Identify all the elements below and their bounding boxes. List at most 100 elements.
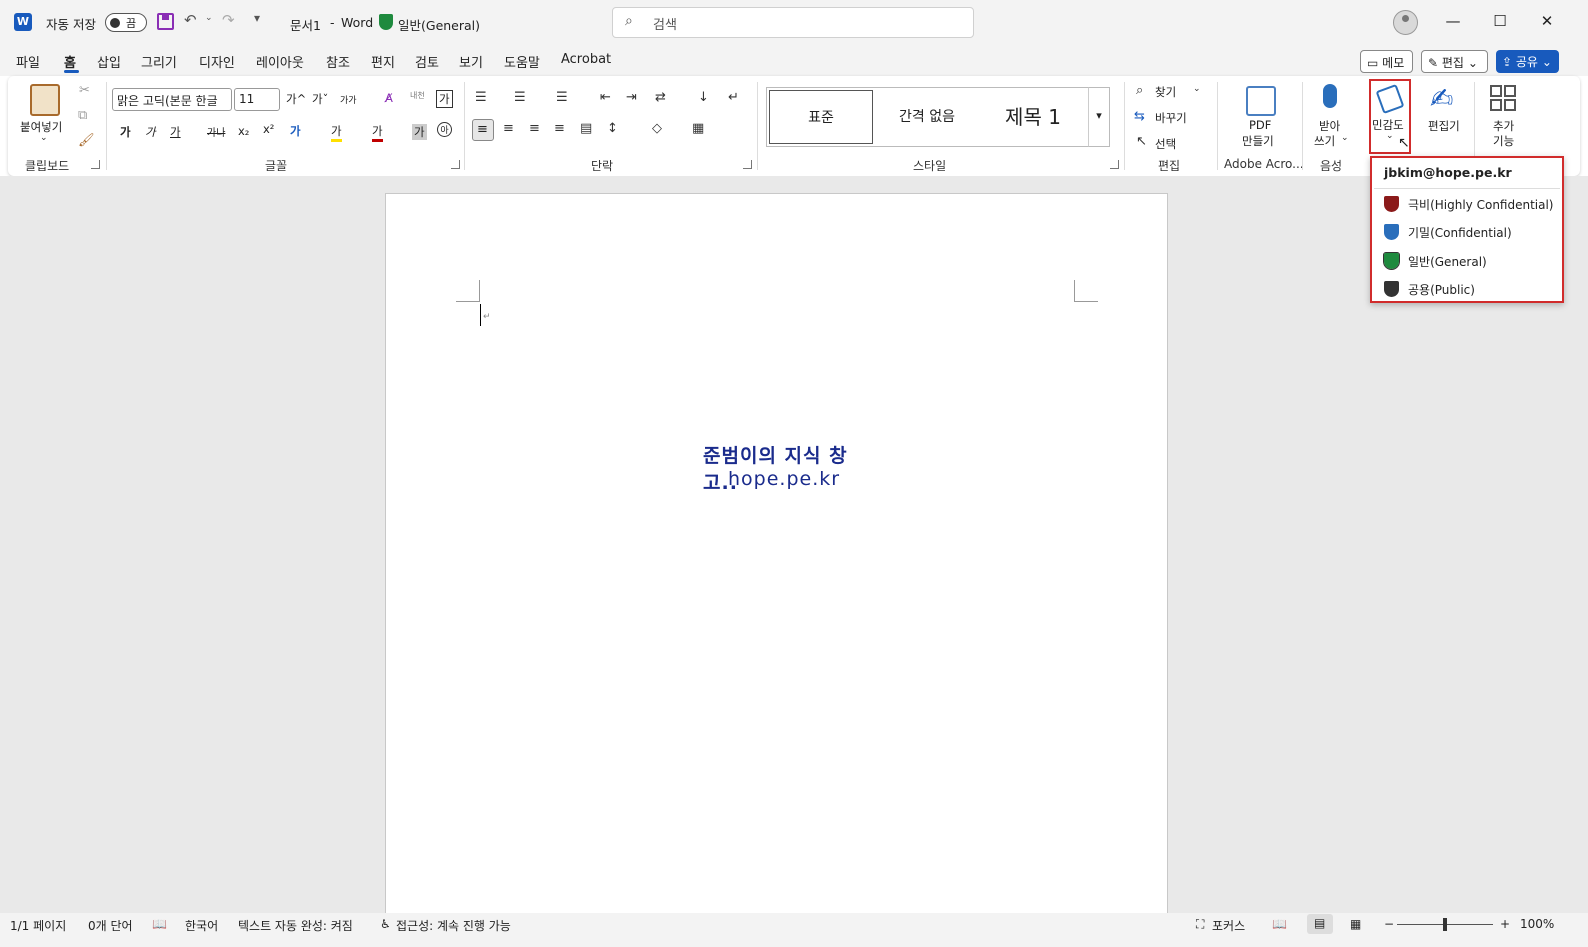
font-launcher-icon[interactable] [451, 160, 460, 169]
clipboard-launcher-icon[interactable] [91, 160, 100, 169]
dictate-label-2[interactable]: 쓰기 [1314, 133, 1335, 149]
document-page[interactable] [385, 193, 1168, 923]
find-icon[interactable]: ⌕ [1136, 83, 1143, 98]
focus-label[interactable]: 포커스 [1212, 917, 1245, 934]
accessibility-icon[interactable]: ♿ [380, 917, 391, 931]
styles-launcher-icon[interactable] [1110, 160, 1119, 169]
menu-item-confidential[interactable]: 기밀(Confidential) [1374, 218, 1560, 246]
paragraph-launcher-icon[interactable] [743, 160, 752, 169]
superscript-icon[interactable]: x² [263, 122, 274, 136]
tab-home[interactable]: 홈 [64, 52, 76, 71]
asian-layout-icon[interactable]: ⇄ [655, 90, 666, 105]
enclosed-character-icon[interactable]: 아 [437, 122, 452, 137]
replace-button[interactable]: 바꾸기 [1155, 110, 1187, 126]
copy-icon[interactable]: ⧉ [78, 108, 87, 123]
dictate-label-1[interactable]: 받아 [1319, 118, 1340, 134]
styles-more-icon[interactable]: ▾ [1088, 87, 1110, 147]
web-layout-icon[interactable]: ▦ [1350, 917, 1361, 931]
tab-acrobat[interactable]: Acrobat [561, 52, 611, 67]
save-icon[interactable] [157, 13, 174, 30]
tab-design[interactable]: 디자인 [199, 52, 235, 71]
style-heading-1[interactable]: 제목 1 [981, 90, 1085, 144]
shrink-font-icon[interactable]: 가ˇ [312, 91, 328, 107]
align-center-icon[interactable]: ≡ [503, 121, 514, 136]
numbering-icon[interactable]: ☰ [514, 90, 526, 105]
editor-icon[interactable]: ✍ [1430, 82, 1453, 115]
create-pdf-label-1[interactable]: PDF [1249, 118, 1271, 132]
underline-icon[interactable]: 가 [170, 124, 181, 140]
microphone-icon[interactable] [1323, 84, 1337, 108]
text-effects-icon[interactable]: 가 [290, 123, 301, 139]
account-icon[interactable] [1393, 10, 1418, 35]
menu-item-general[interactable]: 일반(General) [1374, 247, 1560, 275]
title-sensitivity-label[interactable]: 일반(General) [398, 15, 480, 34]
share-button[interactable]: ⇪ 공유 ⌄ [1496, 50, 1559, 73]
search-box[interactable]: ⌕ 검색 [612, 7, 974, 38]
font-color-icon[interactable]: 가 [372, 123, 383, 142]
increase-indent-icon[interactable]: ⇥ [626, 90, 637, 105]
redo-icon[interactable]: ↷ [222, 11, 235, 29]
zoom-level[interactable]: 100% [1520, 917, 1554, 931]
add-ins-icon[interactable] [1490, 85, 1518, 113]
zoom-slider-thumb[interactable] [1443, 918, 1447, 931]
highlight-icon[interactable]: 가 [331, 123, 342, 142]
memo-button[interactable]: ▭ 메모 [1360, 50, 1413, 73]
zoom-out-icon[interactable]: − [1384, 917, 1394, 931]
align-left-button[interactable]: ≡ [472, 119, 494, 141]
zoom-in-icon[interactable]: + [1500, 917, 1510, 931]
font-size-select[interactable]: 11 [234, 88, 280, 111]
bullets-icon[interactable]: ☰ [475, 90, 487, 105]
bold-icon[interactable]: 가 [120, 124, 131, 140]
select-icon[interactable]: ↖ [1136, 134, 1147, 149]
phonetic-guide-icon[interactable]: 내천 [410, 90, 425, 101]
change-case-icon[interactable]: 가가 [340, 93, 357, 106]
decrease-indent-icon[interactable]: ⇤ [600, 90, 611, 105]
paste-icon[interactable] [30, 84, 60, 116]
tab-layout[interactable]: 레이아웃 [256, 52, 304, 71]
create-pdf-label-2[interactable]: 만들기 [1242, 133, 1274, 149]
tab-help[interactable]: 도움말 [504, 52, 540, 71]
find-dropdown-icon[interactable]: ⌄ [1193, 84, 1201, 94]
edit-mode-button[interactable]: ✎ 편집 ⌄ [1421, 50, 1488, 73]
multilevel-list-icon[interactable]: ☰ [556, 90, 568, 105]
grow-font-icon[interactable]: 가^ [286, 91, 306, 107]
cut-icon[interactable]: ✂ [79, 83, 90, 98]
minimize-icon[interactable]: — [1444, 12, 1462, 30]
tab-file[interactable]: 파일 [16, 52, 40, 71]
style-no-spacing[interactable]: 간격 없음 [875, 90, 979, 144]
format-painter-icon[interactable]: 🖌 [78, 133, 95, 148]
clear-formatting-icon[interactable]: A̸ [385, 91, 393, 105]
italic-icon[interactable]: 가 [145, 124, 156, 140]
print-layout-button[interactable]: ▤ [1307, 914, 1333, 934]
tab-mailings[interactable]: 편지 [371, 52, 395, 71]
menu-item-highly-confidential[interactable]: 극비(Highly Confidential) [1374, 190, 1560, 218]
menu-item-public[interactable]: 공용(Public) [1374, 275, 1560, 303]
tab-insert[interactable]: 삽입 [97, 52, 121, 71]
line-spacing-icon[interactable]: ↕ [607, 121, 618, 136]
sort-icon[interactable]: ↓ [698, 90, 709, 105]
enclose-characters-icon[interactable]: 가 [436, 90, 453, 108]
paste-dropdown-icon[interactable]: ⌄ [40, 133, 48, 143]
justify-icon[interactable]: ≡ [554, 121, 565, 136]
show-marks-icon[interactable]: ↵ [728, 90, 739, 105]
borders-icon[interactable]: ▦ [692, 121, 704, 136]
strikethrough-icon[interactable]: 가나 [207, 124, 225, 139]
add-ins-label-2[interactable]: 기능 [1493, 133, 1514, 149]
customize-quick-access-icon[interactable]: ▾ [254, 11, 260, 25]
add-ins-label-1[interactable]: 추가 [1493, 118, 1514, 134]
close-icon[interactable]: ✕ [1538, 12, 1556, 30]
select-button[interactable]: 선택 [1155, 136, 1176, 152]
character-shading-icon[interactable]: 가 [412, 124, 427, 140]
maximize-icon[interactable]: ☐ [1491, 12, 1509, 30]
editor-label[interactable]: 편집기 [1428, 118, 1460, 134]
language[interactable]: 한국어 [185, 917, 218, 934]
text-predictions[interactable]: 텍스트 자동 완성: 켜짐 [238, 917, 353, 934]
dictate-dropdown-icon[interactable]: ⌄ [1341, 133, 1349, 143]
shading-icon[interactable]: ◇ [652, 121, 662, 136]
document-text-line-2[interactable]: hope.pe.kr [728, 468, 840, 490]
align-right-icon[interactable]: ≡ [529, 121, 540, 136]
undo-icon[interactable]: ↶ [184, 11, 197, 29]
style-normal[interactable]: 표준 [769, 90, 873, 144]
autosave-toggle[interactable]: 끔 [105, 13, 147, 32]
page-count[interactable]: 1/1 페이지 [10, 917, 66, 934]
